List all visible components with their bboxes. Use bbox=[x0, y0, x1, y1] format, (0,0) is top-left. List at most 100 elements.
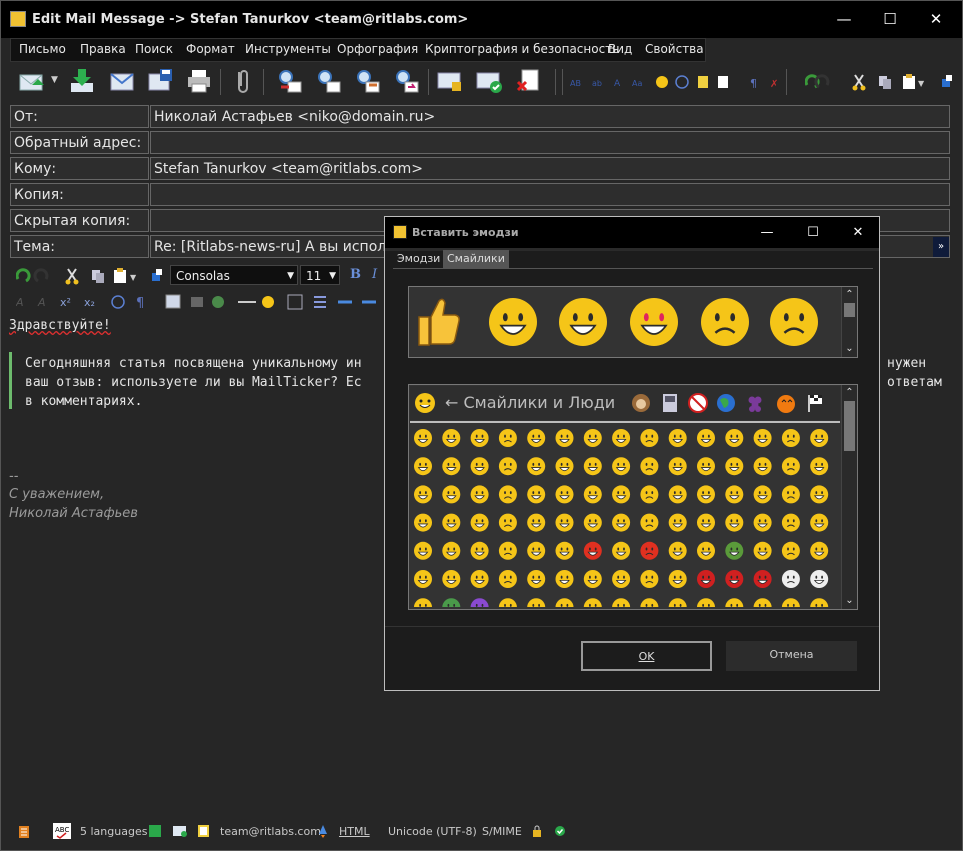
emoji-cell[interactable] bbox=[555, 429, 574, 447]
menu-edit[interactable]: Правка bbox=[80, 42, 126, 56]
emoji-cell[interactable] bbox=[470, 429, 489, 447]
emoji-cell[interactable] bbox=[442, 429, 461, 447]
emoji-cell[interactable] bbox=[697, 598, 715, 607]
to-field[interactable]: Stefan Tanurkov <team@ritlabs.com> bbox=[150, 157, 950, 180]
emoji-cell[interactable] bbox=[640, 570, 659, 588]
emoji-cell[interactable] bbox=[753, 429, 772, 447]
check-icon[interactable] bbox=[554, 825, 566, 837]
emoji-cell[interactable] bbox=[668, 570, 687, 588]
tears-of-joy-icon[interactable] bbox=[559, 298, 607, 346]
emoji-cell[interactable] bbox=[810, 570, 829, 588]
emoji-cell[interactable] bbox=[498, 598, 517, 607]
notes-icon[interactable] bbox=[18, 825, 30, 839]
emoji-cell[interactable] bbox=[498, 541, 517, 560]
languages-status[interactable]: 5 languages bbox=[80, 825, 147, 838]
draft-icon[interactable] bbox=[108, 67, 136, 95]
emoji-cell[interactable] bbox=[583, 570, 602, 588]
emoji-cell[interactable] bbox=[640, 485, 659, 504]
emoji-cell[interactable] bbox=[583, 485, 602, 504]
dialog-close-button[interactable]: ✕ bbox=[835, 217, 881, 248]
emoji-cell[interactable] bbox=[668, 457, 687, 476]
recent-scrollbar[interactable]: ⌃ ⌄ bbox=[841, 287, 857, 357]
emoji-cell[interactable] bbox=[612, 429, 631, 447]
emoji-cell[interactable] bbox=[527, 541, 546, 560]
send-icon[interactable] bbox=[18, 67, 46, 95]
encrypt-icon[interactable] bbox=[436, 67, 464, 95]
save-message-icon[interactable] bbox=[146, 67, 174, 95]
emoji-cell[interactable] bbox=[527, 598, 546, 607]
emoji-cell[interactable] bbox=[527, 457, 546, 476]
emoji-cell[interactable] bbox=[498, 457, 517, 476]
menu-message[interactable]: Письмо bbox=[19, 42, 66, 56]
emoji-cell[interactable] bbox=[442, 485, 461, 504]
scroll-thumb[interactable] bbox=[844, 401, 855, 451]
cancel-button[interactable]: Отмена bbox=[726, 641, 857, 671]
emoji-cell[interactable] bbox=[498, 429, 517, 447]
emoji-cell[interactable] bbox=[640, 541, 659, 560]
emoji-cell[interactable] bbox=[583, 513, 602, 532]
emoji-cell[interactable] bbox=[697, 570, 715, 588]
italic-icon[interactable]: I bbox=[372, 267, 377, 282]
emoji-cell[interactable] bbox=[810, 485, 829, 504]
emoji-cell[interactable] bbox=[470, 541, 489, 560]
tab-emoji[interactable]: Эмодзи bbox=[393, 250, 444, 268]
smiley-category-icon[interactable] bbox=[414, 392, 436, 414]
chevron-down-icon[interactable]: ⌄ bbox=[844, 344, 855, 354]
emoji-cell[interactable] bbox=[612, 485, 631, 504]
dialog-minimize-button[interactable]: — bbox=[744, 217, 790, 248]
emoji-cell[interactable] bbox=[555, 570, 574, 588]
emoji-cell[interactable] bbox=[527, 513, 546, 532]
emoji-cell[interactable] bbox=[810, 598, 829, 607]
menu-spelling[interactable]: Орфография bbox=[337, 42, 418, 56]
emoji-cell[interactable] bbox=[527, 485, 546, 504]
template-icon[interactable] bbox=[196, 824, 212, 838]
emoji-cell[interactable] bbox=[470, 457, 489, 476]
emoji-cell[interactable] bbox=[725, 541, 744, 560]
emoji-cell[interactable] bbox=[470, 570, 489, 588]
emoji-cell[interactable] bbox=[527, 429, 546, 447]
menu-tools[interactable]: Инструменты bbox=[245, 42, 331, 56]
menu-view[interactable]: Вид bbox=[608, 42, 632, 56]
account-status[interactable]: team@ritlabs.com bbox=[220, 825, 321, 838]
emoji-cell[interactable] bbox=[555, 513, 574, 532]
emoji-cell[interactable] bbox=[442, 513, 461, 532]
menu-search[interactable]: Поиск bbox=[135, 42, 173, 56]
emoji-cell[interactable] bbox=[414, 570, 432, 588]
emoji-cell[interactable] bbox=[640, 429, 659, 447]
encoding-status[interactable]: Unicode (UTF-8) bbox=[388, 825, 477, 838]
emoji-cell[interactable] bbox=[668, 541, 687, 560]
emoji-cell[interactable] bbox=[612, 598, 631, 607]
emoji-cell[interactable] bbox=[753, 513, 772, 532]
emoji-cell[interactable] bbox=[555, 485, 574, 504]
emoji-cell[interactable] bbox=[583, 457, 602, 476]
dialog-maximize-button[interactable]: ☐ bbox=[790, 217, 836, 248]
emoji-cell[interactable] bbox=[697, 485, 715, 504]
emoji-cell[interactable] bbox=[753, 598, 772, 607]
grin-face-icon[interactable] bbox=[489, 298, 537, 346]
emoji-cell[interactable] bbox=[697, 429, 715, 447]
chevron-up-icon[interactable]: ⌃ bbox=[844, 290, 855, 300]
emoji-cell[interactable] bbox=[668, 513, 687, 532]
emoji-cell[interactable] bbox=[697, 513, 715, 532]
emoji-cell[interactable] bbox=[442, 570, 461, 588]
scroll-thumb[interactable] bbox=[844, 303, 855, 317]
confounded-face-icon[interactable] bbox=[701, 298, 749, 346]
thumbs-up-icon[interactable] bbox=[418, 298, 460, 346]
emoji-cell[interactable] bbox=[612, 570, 631, 588]
emoji-cell[interactable] bbox=[753, 570, 772, 588]
print-icon[interactable] bbox=[185, 67, 213, 95]
emoji-cell[interactable] bbox=[725, 485, 744, 504]
emoji-cell[interactable] bbox=[414, 485, 432, 504]
emoji-cell[interactable] bbox=[527, 570, 546, 588]
send-dropdown-icon[interactable]: ▼ bbox=[51, 75, 58, 85]
lock-icon[interactable] bbox=[532, 825, 542, 838]
close-button[interactable]: ✕ bbox=[913, 1, 959, 38]
address-book-to-icon[interactable] bbox=[314, 67, 342, 95]
format-edit-icons[interactable]: ▼ bbox=[16, 267, 166, 285]
emoji-cell[interactable] bbox=[498, 513, 517, 532]
header-expand-icon[interactable]: » bbox=[933, 237, 949, 257]
emoji-cell[interactable] bbox=[697, 457, 715, 476]
emoji-cell[interactable] bbox=[753, 485, 772, 504]
emoji-cell[interactable] bbox=[725, 513, 744, 532]
chevron-up-icon[interactable]: ⌃ bbox=[844, 388, 855, 398]
